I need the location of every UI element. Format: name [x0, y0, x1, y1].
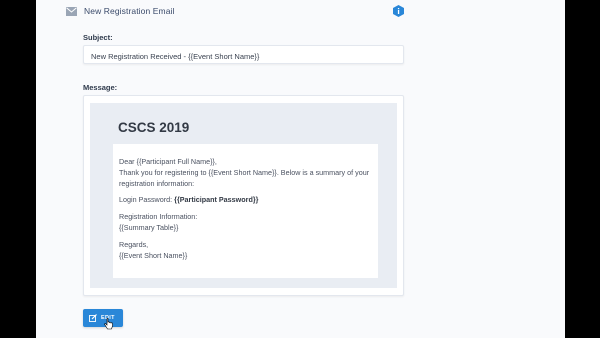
- email-regards: Regards,: [119, 240, 149, 249]
- email-template-title: New Registration Email: [84, 6, 175, 16]
- message-preview[interactable]: CSCS 2019 Dear {{Participant Full Name}}…: [83, 95, 404, 296]
- subject-field[interactable]: New Registration Received - {{Event Shor…: [83, 45, 404, 64]
- email-thanks-line-2: registration information:: [119, 179, 195, 188]
- password-label: Login Password:: [119, 195, 175, 204]
- email-signature: {{Event Short Name}}: [119, 251, 188, 260]
- email-template-header[interactable]: New Registration Email: [36, 0, 565, 24]
- info-hexagon-icon[interactable]: [393, 5, 404, 17]
- envelope-icon: [66, 7, 77, 16]
- edit-icon: [89, 314, 97, 322]
- email-greeting: Dear {{Participant Full Name}},: [119, 157, 217, 166]
- email-password-line: Login Password: {{Participant Password}}: [119, 194, 258, 205]
- subject-label: Subject:: [83, 33, 113, 42]
- email-summary-table: {{Summary Table}}: [119, 223, 179, 232]
- email-heading: CSCS 2019: [118, 120, 190, 135]
- email-template-panel: New Registration Email Subject: New Regi…: [36, 0, 565, 338]
- message-label: Message:: [83, 83, 118, 92]
- edit-button[interactable]: EDIT: [83, 309, 123, 327]
- email-body: Dear {{Participant Full Name}}, Thank yo…: [113, 144, 378, 278]
- email-thanks-line-1: Thank you for registering to {{Event Sho…: [119, 168, 370, 177]
- email-background: CSCS 2019 Dear {{Participant Full Name}}…: [90, 103, 397, 288]
- password-placeholder: {{Participant Password}}: [174, 195, 259, 204]
- hand-cursor-icon: [104, 318, 113, 330]
- email-registration-info: Registration Information:: [119, 212, 198, 221]
